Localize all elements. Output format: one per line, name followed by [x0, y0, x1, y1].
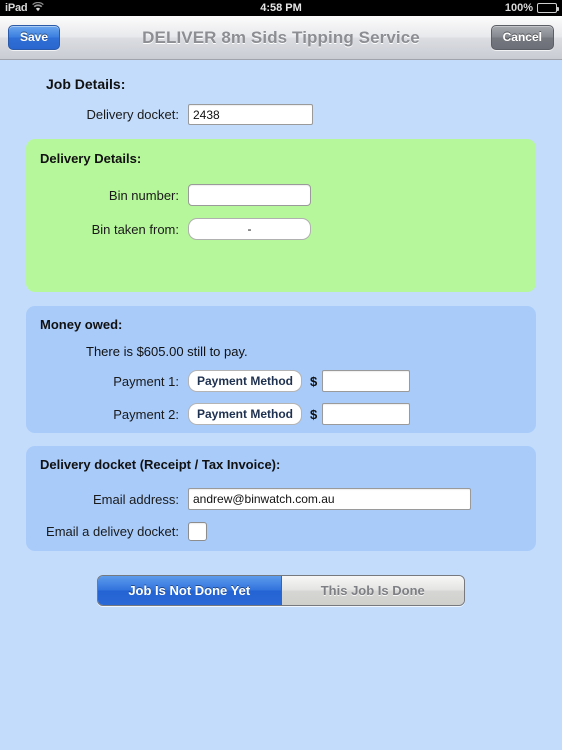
- money-owed-title: Money owed:: [40, 317, 123, 332]
- bin-taken-from-input[interactable]: [188, 218, 311, 240]
- segment-job-not-done[interactable]: Job Is Not Done Yet: [98, 576, 282, 605]
- payment-2-amount-input[interactable]: [322, 403, 411, 425]
- money-owed-panel: Money owed: There is $605.00 still to pa…: [26, 306, 536, 433]
- bin-number-row: Bin number:: [26, 184, 536, 206]
- email-docket-checkbox-row: Email a delivey docket:: [26, 522, 536, 541]
- battery-percent-label: 100%: [504, 2, 533, 14]
- form-content: Job Details: Delivery docket: Delivery D…: [0, 76, 562, 750]
- delivery-docket-label: Delivery docket:: [86, 107, 179, 122]
- cancel-button[interactable]: Cancel: [490, 25, 554, 50]
- battery-full-icon: [537, 3, 559, 13]
- delivery-docket-row: Delivery docket:: [0, 104, 562, 125]
- email-address-row: Email address:: [26, 488, 536, 510]
- status-device-label: iPad: [5, 2, 28, 14]
- payment-2-currency-symbol: $: [310, 406, 318, 422]
- status-bar: iPad 4:58 PM 100%: [0, 0, 562, 16]
- payment-1-method-button[interactable]: Payment Method: [188, 370, 302, 392]
- bin-taken-from-row: Bin taken from:: [26, 218, 536, 240]
- payment-1-amount-input[interactable]: [322, 370, 411, 392]
- payment-2-method-button[interactable]: Payment Method: [188, 403, 302, 425]
- navigation-bar: Save DELIVER 8m Sids Tipping Service Can…: [0, 16, 562, 60]
- delivery-docket-section-title: Delivery docket (Receipt / Tax Invoice):: [40, 457, 281, 472]
- payment-2-label: Payment 2:: [113, 406, 179, 422]
- status-bar-left: iPad: [5, 1, 45, 15]
- payment-2-row: Payment 2: Payment Method $: [26, 403, 536, 425]
- segment-job-done[interactable]: This Job Is Done: [281, 576, 464, 605]
- save-button[interactable]: Save: [8, 25, 61, 50]
- page-title: DELIVER 8m Sids Tipping Service: [142, 27, 420, 47]
- bin-number-input[interactable]: [188, 184, 311, 206]
- payment-1-currency-symbol: $: [310, 373, 318, 389]
- delivery-docket-panel: Delivery docket (Receipt / Tax Invoice):…: [26, 446, 536, 551]
- email-address-input[interactable]: [188, 488, 471, 510]
- job-details-heading: Job Details:: [46, 76, 126, 92]
- delivery-details-title: Delivery Details:: [40, 151, 142, 166]
- job-status-segmented-control[interactable]: Job Is Not Done Yet This Job Is Done: [97, 575, 465, 606]
- payment-1-label: Payment 1:: [113, 373, 179, 389]
- delivery-docket-input[interactable]: [188, 104, 313, 125]
- delivery-details-panel: Delivery Details: Bin number: Bin taken …: [26, 139, 536, 292]
- status-bar-right: 100%: [504, 2, 559, 14]
- bin-number-label: Bin number:: [108, 187, 179, 203]
- payment-1-row: Payment 1: Payment Method $: [26, 370, 536, 392]
- email-address-label: Email address:: [93, 491, 179, 507]
- status-bar-clock: 4:58 PM: [260, 2, 302, 14]
- bin-taken-from-label: Bin taken from:: [91, 221, 179, 237]
- email-docket-checkbox[interactable]: [188, 522, 207, 541]
- amount-due-note: There is $605.00 still to pay.: [86, 344, 248, 359]
- email-docket-checkbox-label: Email a delivey docket:: [46, 524, 179, 539]
- wifi-icon: [32, 1, 45, 15]
